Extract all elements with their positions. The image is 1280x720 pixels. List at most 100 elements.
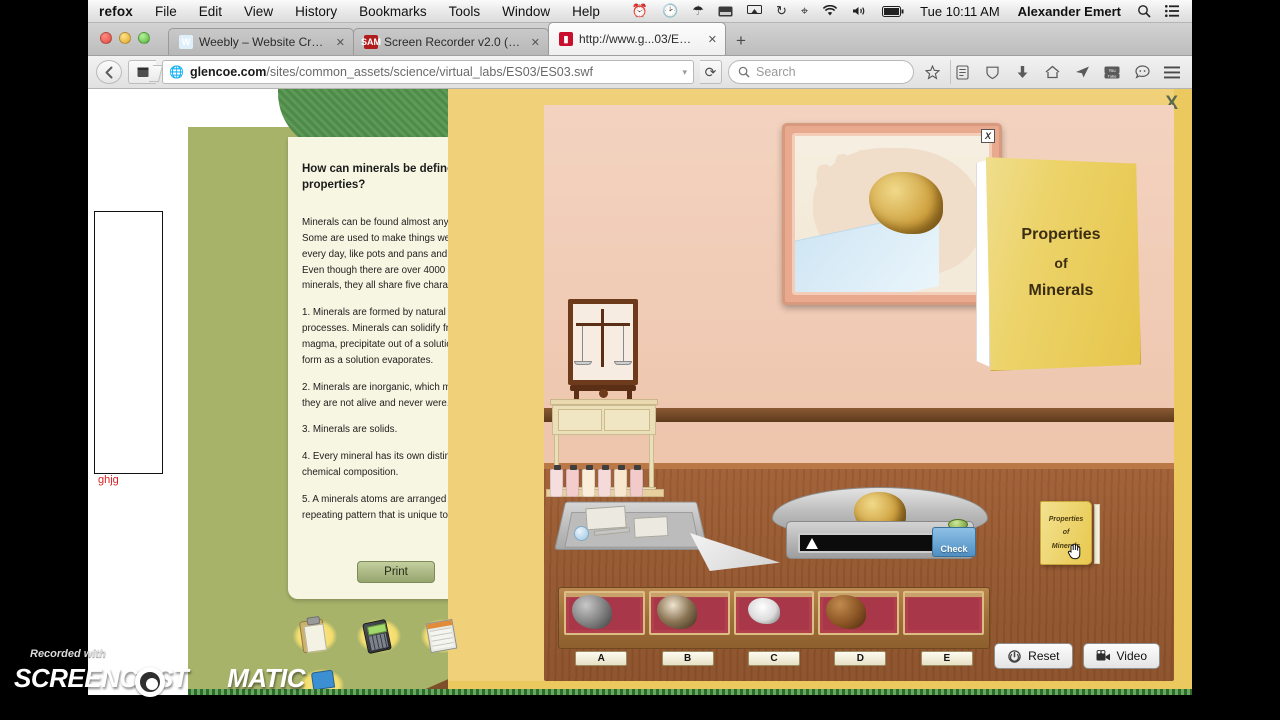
calculator-icon[interactable]: [356, 613, 401, 659]
url-bar[interactable]: 🌐 glencoe.com/sites/common_assets/scienc…: [162, 60, 694, 84]
specimen-slot-b[interactable]: [648, 591, 730, 635]
menu-item-bookmarks[interactable]: Bookmarks: [348, 4, 438, 19]
search-icon[interactable]: [1130, 4, 1158, 18]
shield-icon[interactable]: [980, 60, 1004, 84]
menu-item-help[interactable]: Help: [561, 4, 611, 19]
streak-plate[interactable]: [585, 505, 627, 531]
magnet-ball[interactable]: [574, 526, 589, 541]
home-icon[interactable]: [1040, 60, 1064, 84]
battery-icon[interactable]: [875, 5, 911, 17]
globe-icon: 🌐: [169, 65, 184, 79]
specimen-slot-d[interactable]: [818, 591, 900, 635]
svg-text:You: You: [1108, 68, 1116, 73]
clock-icon[interactable]: 🕑: [655, 3, 685, 19]
properties-of-minerals-poster[interactable]: Properties of Minerals: [976, 155, 1141, 371]
glass-plate[interactable]: [633, 516, 669, 538]
display-icon[interactable]: [711, 6, 740, 17]
chevron-down-icon[interactable]: ▾: [682, 67, 687, 78]
tab-label: Screen Recorder v2.0 (bet...: [384, 35, 522, 49]
tab-es03-swf[interactable]: ▮ http://www.g...03/ES03.swf ✕: [548, 22, 726, 55]
cabinet-drawer[interactable]: [558, 409, 602, 431]
menu-item-file[interactable]: File: [144, 4, 188, 19]
lab-scene-area: X X Properties of Minerals Check Propert…: [448, 89, 1192, 695]
print-button[interactable]: Print: [357, 561, 435, 583]
tab-label: http://www.g...03/ES03.swf: [579, 32, 699, 46]
page-left-margin: ghjg: [88, 89, 188, 695]
menu-app-name[interactable]: refox: [88, 4, 144, 19]
reset-button[interactable]: Reset: [994, 643, 1073, 669]
tool-tray[interactable]: [554, 493, 708, 555]
mac-menu-bar: refox File Edit View History Bookmarks T…: [88, 0, 1192, 23]
menu-clock[interactable]: Tue 10:11 AM: [911, 4, 1009, 19]
flash-virtual-lab: How can minerals be defined by their pro…: [188, 89, 1192, 695]
lab-info-sidebar: How can minerals be defined by their pro…: [188, 89, 562, 695]
empty-content-box: [94, 211, 163, 474]
wifi-icon[interactable]: [815, 5, 845, 17]
specimen-slot-e[interactable]: [903, 591, 984, 635]
bluetooth-icon[interactable]: ⌖: [794, 3, 815, 19]
firefox-window: W Weebly – Website Creation... ✕ SAM Scr…: [88, 22, 1192, 695]
search-input[interactable]: Search: [728, 60, 914, 84]
site-identity-button[interactable]: [128, 60, 156, 84]
popup-close-icon[interactable]: X: [981, 129, 995, 143]
volume-icon[interactable]: [845, 5, 875, 17]
cabinet-drawer[interactable]: [604, 409, 650, 431]
alarm-clock-icon[interactable]: ⏰: [625, 3, 655, 19]
tab-label: Weebly – Website Creation...: [199, 35, 327, 49]
pocket-icon[interactable]: [1070, 60, 1094, 84]
antique-balance-icon: [568, 299, 638, 399]
airplay-icon[interactable]: [740, 5, 769, 17]
specimen-slot-a[interactable]: [564, 591, 645, 635]
tab-screen-recorder[interactable]: SAM Screen Recorder v2.0 (bet... ✕: [353, 28, 549, 55]
close-window-button[interactable]: [100, 32, 112, 44]
poster-line-2: of: [1054, 255, 1068, 271]
maximize-window-button[interactable]: [138, 32, 150, 44]
tab-weebly[interactable]: W Weebly – Website Creation... ✕: [168, 28, 354, 55]
menu-item-edit[interactable]: Edit: [188, 4, 233, 19]
digital-balance[interactable]: Check: [772, 487, 988, 567]
new-tab-button[interactable]: +: [725, 31, 757, 55]
back-button[interactable]: [96, 60, 122, 84]
watermark-ring-icon: [135, 667, 165, 697]
specimen-labels: A B C D E: [558, 651, 990, 666]
specimen-label-c[interactable]: C: [748, 651, 801, 666]
bookmark-star-icon[interactable]: [920, 60, 944, 84]
power-icon: [1007, 649, 1022, 664]
reload-button[interactable]: ⟳: [700, 60, 722, 84]
specimen-label-d[interactable]: D: [834, 651, 887, 666]
notification-center-icon[interactable]: [1158, 5, 1186, 17]
tabs-container: W Weebly – Website Creation... ✕ SAM Scr…: [168, 22, 757, 55]
youtube-icon[interactable]: You Tube: [1100, 60, 1124, 84]
tab-close-icon[interactable]: ✕: [336, 36, 345, 49]
menu-item-window[interactable]: Window: [491, 4, 561, 19]
check-button[interactable]: Check: [932, 527, 976, 557]
minimize-window-button[interactable]: [119, 32, 131, 44]
feedback-icon[interactable]: [1130, 60, 1154, 84]
tab-close-icon[interactable]: ✕: [708, 33, 717, 46]
url-path: /sites/common_assets/science/virtual_lab…: [266, 65, 593, 79]
poster-line-1: Properties: [1021, 226, 1101, 243]
menu-item-tools[interactable]: Tools: [438, 4, 492, 19]
journal-icon[interactable]: [292, 613, 337, 659]
lab-action-buttons: Reset Video: [994, 643, 1160, 669]
menu-user-name[interactable]: Alexander Emert: [1009, 4, 1130, 19]
properties-of-minerals-book[interactable]: Properties of Minerals: [1040, 501, 1100, 567]
menu-item-view[interactable]: View: [233, 4, 284, 19]
time-machine-icon[interactable]: ↻: [769, 3, 794, 19]
specimen-label-a[interactable]: A: [575, 651, 628, 666]
menu-hamburger-icon[interactable]: [1160, 60, 1184, 84]
menu-item-history[interactable]: History: [284, 4, 348, 19]
reading-list-icon[interactable]: [950, 60, 974, 84]
specimen-label-b[interactable]: B: [661, 651, 714, 666]
downloads-icon[interactable]: [1010, 60, 1034, 84]
screen-recorder-favicon: SAM: [361, 35, 381, 49]
specimen-slot-c[interactable]: [733, 591, 815, 635]
video-button[interactable]: Video: [1082, 643, 1160, 669]
lab-tool-row: [292, 613, 465, 659]
airport-icon[interactable]: ☂: [685, 3, 711, 19]
lab-cabinet: [550, 291, 658, 497]
tab-close-icon[interactable]: ✕: [531, 36, 540, 49]
specimen-label-e[interactable]: E: [920, 651, 973, 666]
search-icon: [738, 66, 750, 78]
popup-image: [792, 133, 992, 295]
